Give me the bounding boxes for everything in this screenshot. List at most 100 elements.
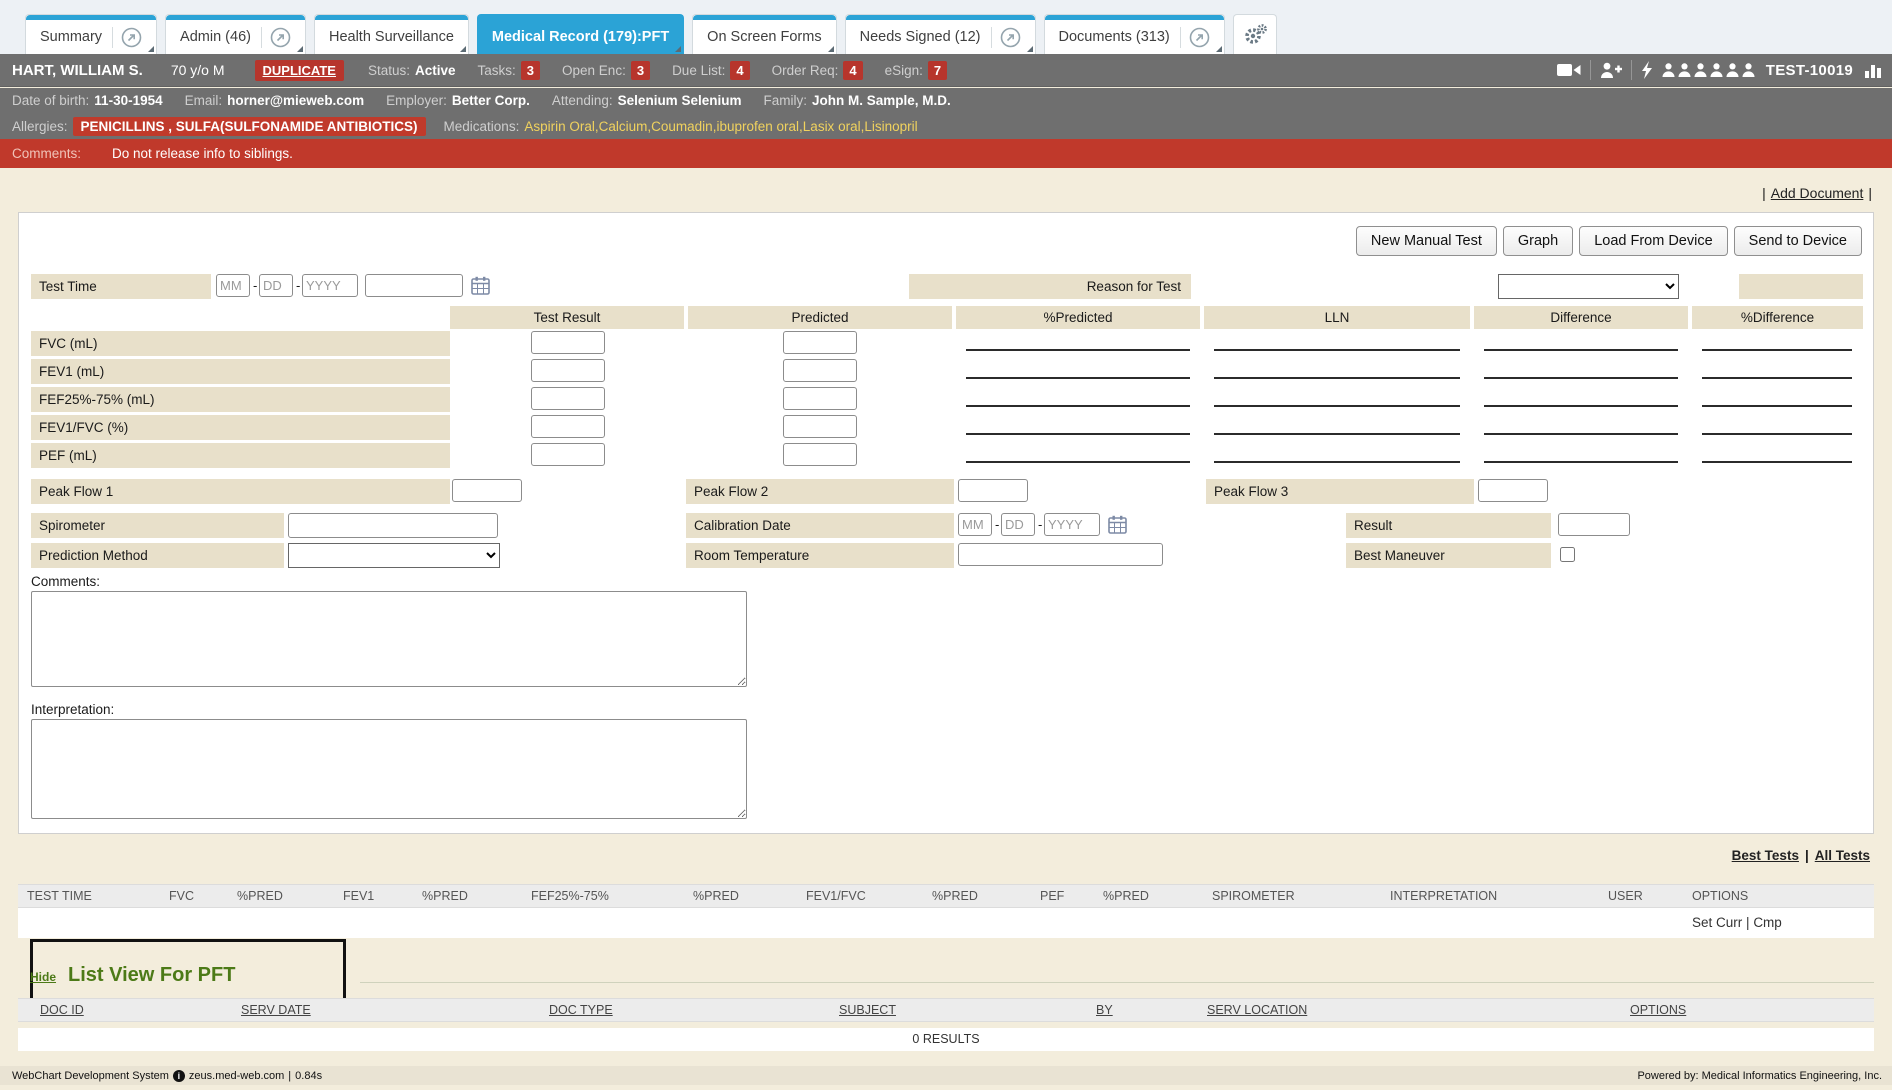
fev1-fvc-difference-value: [1484, 415, 1678, 435]
doc-hdr-serv-date[interactable]: SERV DATE: [241, 1003, 311, 1017]
tab-medical-record[interactable]: Medical Record (179):PFT: [477, 14, 684, 54]
fvc-test-result-input[interactable]: [531, 331, 605, 354]
medication-link[interactable]: Lasix oral: [803, 119, 865, 134]
test-month-input[interactable]: [216, 274, 250, 297]
fev1-predicted-input[interactable]: [783, 359, 857, 382]
pef-label: PEF (mL): [31, 443, 450, 468]
fev1-fvc-percent-predicted-value: [966, 415, 1190, 435]
allergies-badge[interactable]: PENICILLINS , SULFA(SULFONAMIDE ANTIBIOT…: [73, 117, 426, 136]
pef-test-result-input[interactable]: [531, 443, 605, 466]
popout-icon[interactable]: [991, 27, 1021, 48]
popout-icon[interactable]: [1180, 27, 1210, 48]
medication-link[interactable]: Lisinopril: [864, 119, 917, 134]
doc-hdr-subject[interactable]: SUBJECT: [839, 1003, 896, 1017]
peak-flow-1-label: Peak Flow 1: [31, 479, 450, 504]
all-tests-link[interactable]: All Tests: [1815, 848, 1870, 863]
interpretation-textarea[interactable]: [31, 719, 747, 819]
order-req-count-badge[interactable]: 4: [843, 61, 862, 80]
flash-icon[interactable]: [1641, 61, 1653, 79]
settings-gear-button[interactable]: [1233, 14, 1277, 54]
load-from-device-button[interactable]: Load From Device: [1579, 226, 1727, 256]
peak-flow-3-input[interactable]: [1478, 479, 1548, 502]
hdr-fev1-fvc: FEV1/FVC: [806, 889, 866, 903]
fef-predicted-input[interactable]: [783, 387, 857, 410]
footer-host: zeus.med-web.com: [189, 1070, 284, 1082]
attending-value: Selenium Selenium: [618, 93, 742, 108]
medication-link[interactable]: ibuprofen oral: [716, 119, 802, 134]
esign-count-badge[interactable]: 7: [928, 61, 947, 80]
doc-hdr-serv-location[interactable]: SERV LOCATION: [1207, 1003, 1307, 1017]
pef-predicted-input[interactable]: [783, 443, 857, 466]
fef-test-result-input[interactable]: [531, 387, 605, 410]
tab-admin[interactable]: Admin (46): [165, 14, 306, 54]
medication-link[interactable]: Calcium: [599, 119, 652, 134]
fev1-test-result-input[interactable]: [531, 359, 605, 382]
hdr-pred-3: %PRED: [693, 889, 739, 903]
reason-for-test-select[interactable]: [1498, 274, 1679, 299]
best-tests-link[interactable]: Best Tests: [1732, 848, 1799, 863]
esign-label: eSign:: [885, 63, 923, 78]
fev1-fvc-label: FEV1/FVC (%): [31, 415, 450, 440]
calendar-icon[interactable]: [1108, 515, 1127, 535]
section-divider: [360, 982, 1874, 983]
result-input[interactable]: [1558, 513, 1630, 536]
peak-flow-2-input[interactable]: [958, 479, 1028, 502]
test-day-input[interactable]: [259, 274, 293, 297]
new-manual-test-button[interactable]: New Manual Test: [1356, 226, 1497, 256]
set-curr-link[interactable]: Set Curr: [1692, 915, 1742, 930]
pef-row: PEF (mL): [19, 443, 1873, 469]
tab-documents[interactable]: Documents (313): [1044, 14, 1225, 54]
medication-link[interactable]: Coumadin: [651, 119, 716, 134]
popout-icon[interactable]: [261, 27, 291, 48]
doc-hdr-doc-id[interactable]: DOC ID: [40, 1003, 84, 1017]
peak-flow-1-input[interactable]: [452, 479, 522, 502]
popout-icon[interactable]: [112, 27, 142, 48]
send-to-device-button[interactable]: Send to Device: [1734, 226, 1862, 256]
tab-health-surveillance[interactable]: Health Surveillance: [314, 14, 469, 54]
date-separator: -: [995, 517, 999, 532]
chart-icon[interactable]: [1864, 62, 1882, 79]
employer-label: Employer:: [386, 93, 447, 108]
calibration-day-input[interactable]: [1001, 513, 1035, 536]
email-value: horner@mieweb.com: [227, 93, 364, 108]
fev1-row: FEV1 (mL): [19, 359, 1873, 385]
tab-on-screen-forms[interactable]: On Screen Forms: [692, 14, 836, 54]
room-temperature-input[interactable]: [958, 543, 1163, 566]
best-maneuver-label: Best Maneuver: [1346, 543, 1551, 568]
best-maneuver-checkbox[interactable]: [1560, 547, 1575, 562]
info-icon[interactable]: [173, 1070, 185, 1082]
attending-label: Attending:: [552, 93, 613, 108]
calibration-year-input[interactable]: [1044, 513, 1100, 536]
doc-hdr-doc-type[interactable]: DOC TYPE: [549, 1003, 613, 1017]
calendar-icon[interactable]: [471, 276, 490, 296]
medication-link[interactable]: Aspirin Oral: [524, 119, 598, 134]
tab-needs-signed[interactable]: Needs Signed (12): [845, 14, 1036, 54]
col-difference: Difference: [1474, 306, 1688, 329]
tab-summary[interactable]: Summary: [25, 14, 157, 54]
divider: [1590, 60, 1591, 80]
duplicate-badge[interactable]: DUPLICATE: [255, 60, 344, 81]
video-camera-icon[interactable]: [1557, 62, 1581, 78]
comments-textarea[interactable]: [31, 591, 747, 687]
row-options: Set Curr | Cmp: [1692, 915, 1782, 930]
tasks-count-badge[interactable]: 3: [521, 61, 540, 80]
fvc-difference-value: [1484, 331, 1678, 351]
test-year-input[interactable]: [302, 274, 358, 297]
prediction-method-select[interactable]: [288, 543, 500, 568]
cmp-link[interactable]: Cmp: [1753, 915, 1782, 930]
graph-button[interactable]: Graph: [1503, 226, 1573, 256]
due-list-count-badge[interactable]: 4: [730, 61, 749, 80]
hide-list-view-link[interactable]: Hide: [30, 970, 56, 984]
doc-hdr-by[interactable]: BY: [1096, 1003, 1113, 1017]
spirometer-input[interactable]: [288, 513, 498, 538]
doc-hdr-options[interactable]: OPTIONS: [1630, 1003, 1686, 1017]
hdr-pred-1: %PRED: [237, 889, 283, 903]
fvc-predicted-input[interactable]: [783, 331, 857, 354]
add-document-link[interactable]: Add Document: [1771, 185, 1864, 201]
open-enc-count-badge[interactable]: 3: [631, 61, 650, 80]
calibration-month-input[interactable]: [958, 513, 992, 536]
add-person-icon[interactable]: [1600, 62, 1622, 79]
fev1-fvc-test-result-input[interactable]: [531, 415, 605, 438]
fev1-fvc-predicted-input[interactable]: [783, 415, 857, 438]
test-time-input[interactable]: [365, 274, 463, 297]
